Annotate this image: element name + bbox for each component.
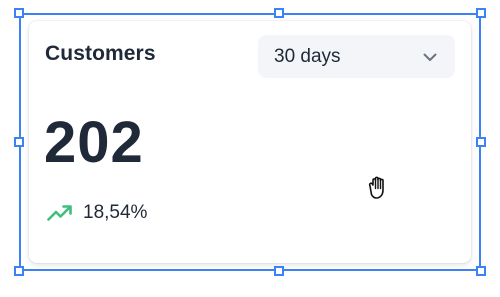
grab-hand-cursor-icon [363,171,395,203]
resize-handle-middle-right[interactable] [476,137,486,147]
resize-handle-top-center[interactable] [274,8,284,18]
resize-handle-top-left[interactable] [14,8,24,18]
resize-handle-bottom-left[interactable] [14,266,24,276]
resize-handle-top-right[interactable] [476,8,486,18]
date-range-select[interactable]: 30 days [258,35,455,78]
resize-handle-bottom-center[interactable] [274,266,284,276]
customer-count: 202 [44,110,144,175]
trend-indicator: 18,54% [47,202,147,224]
resize-handle-bottom-right[interactable] [476,266,486,276]
date-range-value: 30 days [274,45,341,67]
chevron-down-icon [421,48,439,66]
trend-percentage: 18,54% [83,202,148,223]
resize-handle-middle-left[interactable] [14,137,24,147]
card-title: Customers [45,42,156,65]
trend-up-icon [47,204,73,222]
customers-metric-card[interactable]: Customers 30 days 202 18,54% [29,21,471,263]
